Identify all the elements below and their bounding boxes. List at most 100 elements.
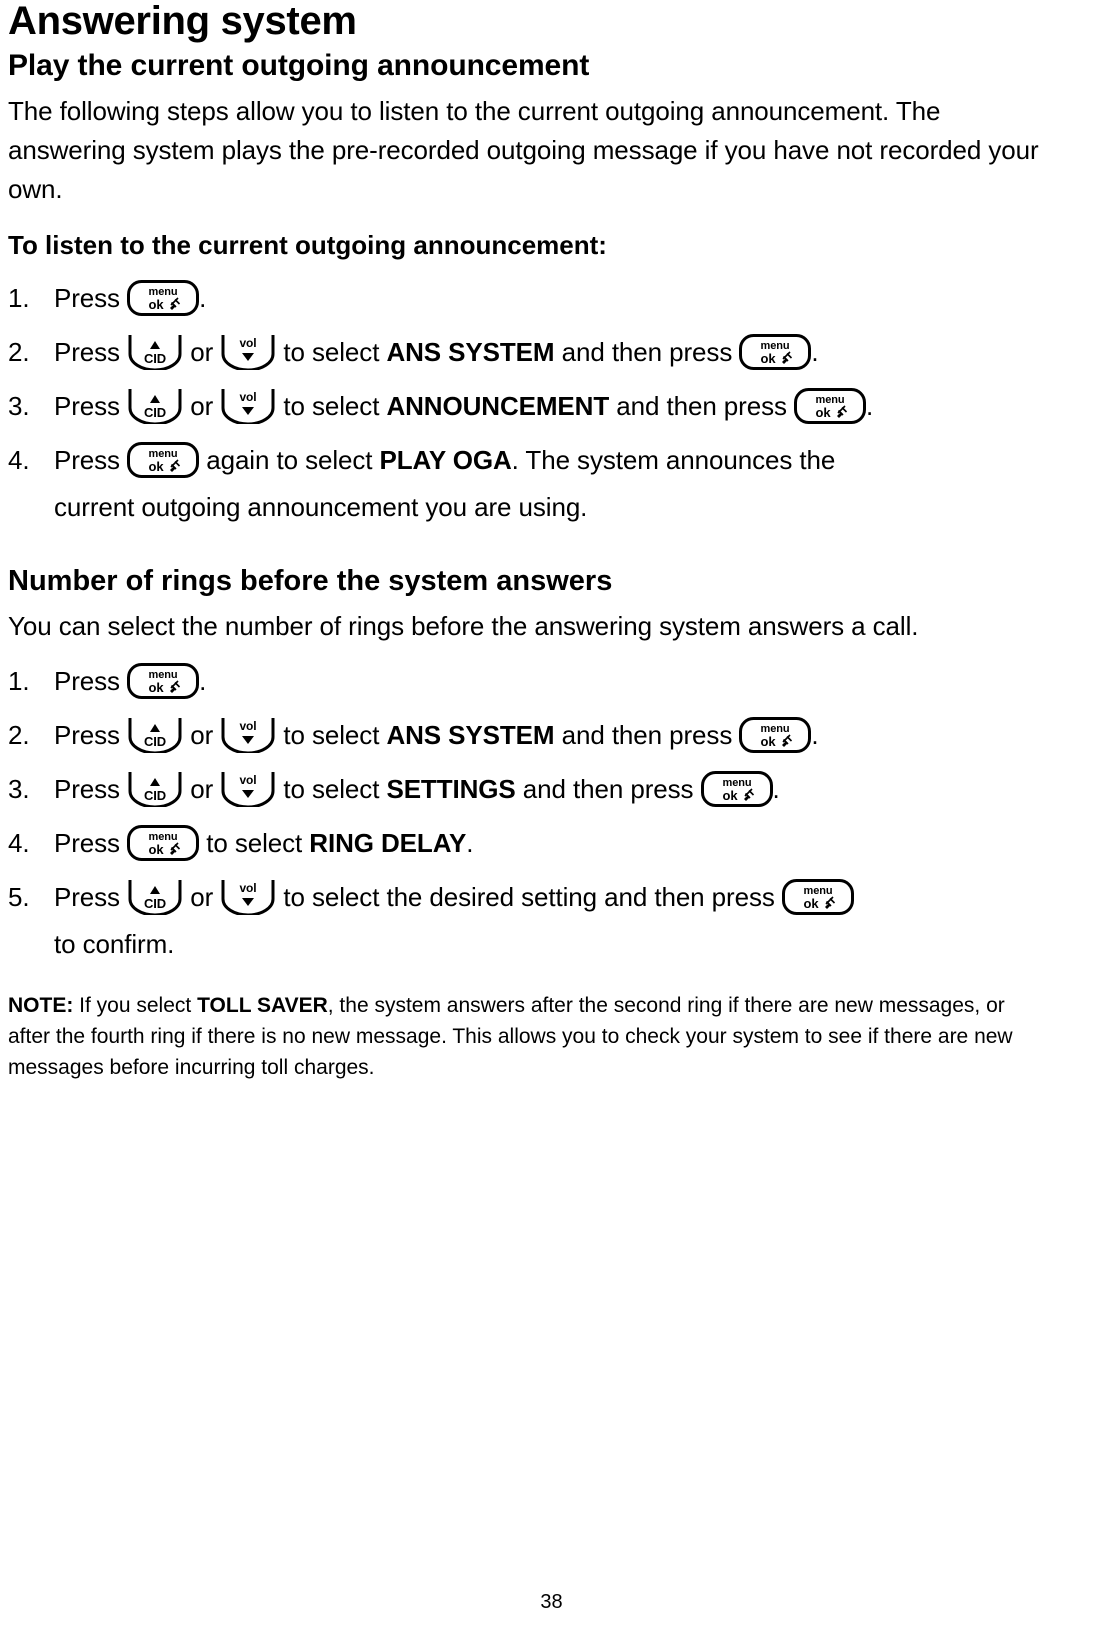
page-number: 38 (540, 1591, 563, 1613)
step-text-mid: again to select (206, 445, 373, 475)
svg-text:ok: ok (149, 680, 165, 695)
step-number: 4. (8, 445, 30, 475)
menu-item-name: SETTINGS (386, 774, 516, 804)
note-label: NOTE: (8, 994, 74, 1017)
svg-text:CID: CID (144, 734, 166, 749)
step-number: 4. (8, 828, 30, 858)
menu-ok-key-icon: menu ok (739, 717, 812, 753)
svg-text:ok: ok (149, 459, 165, 474)
menu-ok-key-icon: menu ok (127, 280, 200, 316)
step-text: Press (54, 882, 120, 912)
cid-up-key-icon: CID (127, 332, 183, 370)
list-item: 3. Press CID or vol to select ANNOUNCEME… (8, 379, 1051, 433)
vol-down-key-icon: vol (220, 877, 276, 915)
step-text-or: or (190, 391, 214, 421)
menu-ok-key-icon: menu ok (127, 825, 200, 861)
list-item: 1. Press menu ok . (8, 654, 1051, 708)
menu-item-name: ANNOUNCEMENT (386, 391, 610, 421)
step-text-end: . (199, 283, 207, 313)
svg-text:ok: ok (761, 351, 777, 366)
list-item: 2. Press CID or vol to select ANS SYSTEM… (8, 708, 1051, 762)
cid-up-key-icon: CID (127, 386, 183, 424)
step-text-after: and then press (561, 337, 733, 367)
step-text: Press (54, 283, 120, 313)
cid-up-key-icon: CID (127, 769, 183, 807)
vol-down-key-icon: vol (220, 769, 276, 807)
step-text-end: . (772, 774, 780, 804)
note-block: NOTE: If you select TOLL SAVER, the syst… (8, 990, 1051, 1083)
step-text-or: or (190, 720, 214, 750)
svg-text:ok: ok (816, 405, 832, 420)
svg-text:ok: ok (803, 896, 819, 911)
step-text-mid: to select (283, 720, 380, 750)
svg-text:ok: ok (761, 734, 777, 749)
section-intro-play-oga: The following steps allow you to listen … (8, 96, 1039, 204)
svg-text:CID: CID (144, 351, 166, 366)
step-text-after: and then press (616, 391, 787, 421)
step-text-end: . (199, 666, 207, 696)
menu-ok-key-icon: menu ok (700, 771, 773, 807)
step-text-end: . (811, 720, 819, 750)
menu-ok-key-icon: menu ok (781, 879, 854, 915)
step-text: Press (54, 337, 120, 367)
step-number: 5. (8, 882, 30, 912)
step-number: 2. (8, 720, 30, 750)
svg-text:vol: vol (240, 336, 257, 350)
svg-text:vol: vol (240, 773, 257, 787)
step-text-after: . The system announces the (511, 445, 836, 475)
note-bold-term: TOLL SAVER (197, 994, 328, 1017)
step-continuation: current outgoing announcement you are us… (54, 492, 588, 522)
section-lead-play-oga: To listen to the current outgoing announ… (8, 230, 607, 260)
vol-down-key-icon: vol (220, 715, 276, 753)
step-text: Press (54, 666, 120, 696)
step-number: 3. (8, 774, 30, 804)
step-text-mid: to select (283, 391, 380, 421)
step-text-mid: to select the desired setting and then p… (283, 882, 775, 912)
section-heading-ring-delay: Number of rings before the system answer… (8, 565, 613, 597)
list-item: 1. Press menu ok . (8, 271, 1051, 325)
step-text: Press (54, 391, 120, 421)
step-number: 2. (8, 337, 30, 367)
menu-item-name: RING DELAY (309, 828, 467, 858)
step-text-end: . (866, 391, 874, 421)
step-continuation: to confirm. (54, 929, 175, 959)
manual-page: Answering system Play the current outgoi… (0, 0, 1103, 1628)
step-text-or: or (190, 337, 214, 367)
step-number: 3. (8, 391, 30, 421)
step-text-end: . (811, 337, 819, 367)
menu-item-name: ANS SYSTEM (386, 720, 555, 750)
svg-text:vol: vol (240, 390, 257, 404)
step-text: Press (54, 774, 120, 804)
svg-text:CID: CID (144, 405, 166, 420)
step-text-or: or (190, 882, 214, 912)
step-text-end: . (466, 828, 474, 858)
svg-text:ok: ok (722, 788, 738, 803)
list-item: 2. Press CID or vol to select ANS SYSTEM… (8, 325, 1051, 379)
step-number: 1. (8, 666, 30, 696)
svg-text:ok: ok (149, 297, 165, 312)
step-text-after: and then press (522, 774, 694, 804)
section-heading-play-oga: Play the current outgoing announcement (8, 49, 590, 82)
menu-item-name: ANS SYSTEM (386, 337, 555, 367)
step-text-or: or (190, 774, 214, 804)
step-text-after: and then press (561, 720, 733, 750)
svg-text:vol: vol (240, 881, 257, 895)
menu-item-name: PLAY OGA (379, 445, 512, 475)
section-intro-ring-delay: You can select the number of rings befor… (8, 611, 919, 641)
step-text: Press (54, 720, 120, 750)
list-item: 4. Press menu ok to select RING DELAY. (8, 816, 1051, 870)
step-text-mid: to select (283, 337, 380, 367)
menu-ok-key-icon: menu ok (127, 442, 200, 478)
menu-ok-key-icon: menu ok (739, 334, 812, 370)
step-text-mid: to select (206, 828, 303, 858)
list-item: 5. Press CID or vol to select the desire… (8, 870, 1051, 964)
list-item: 3. Press CID or vol to select SETTINGS a… (8, 762, 1051, 816)
step-text: Press (54, 828, 120, 858)
list-item: 4. Press menu ok again to select PLAY OG… (8, 433, 1051, 527)
step-text-mid: to select (283, 774, 380, 804)
page-title: Answering system (8, 0, 357, 43)
note-text-before: If you select (79, 994, 192, 1017)
menu-ok-key-icon: menu ok (794, 388, 866, 424)
cid-up-key-icon: CID (127, 877, 183, 915)
step-text: Press (54, 445, 120, 475)
